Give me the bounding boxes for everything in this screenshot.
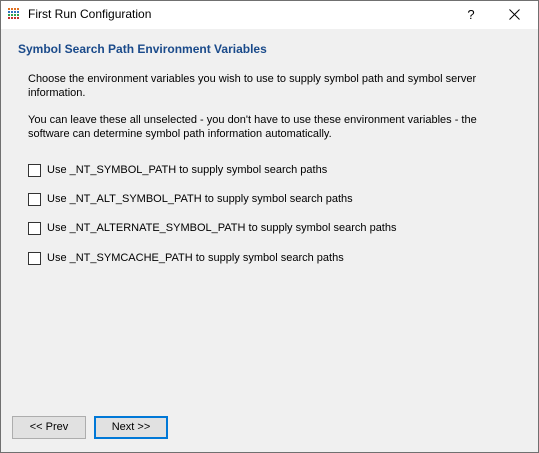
wizard-page: Symbol Search Path Environment Variables… — [1, 30, 538, 452]
checkbox[interactable] — [28, 163, 41, 177]
title-bar[interactable]: First Run Configuration ? — [1, 1, 538, 29]
dialog-window: First Run Configuration ? Symbol Search … — [0, 0, 539, 453]
option-nt-alt-symbol-path[interactable]: Use _NT_ALT_SYMBOL_PATH to supply symbol… — [28, 191, 353, 207]
note-text: You can leave these all unselected - you… — [28, 114, 477, 140]
checkbox[interactable] — [28, 251, 41, 265]
page-heading: Symbol Search Path Environment Variables — [18, 42, 267, 56]
option-nt-alternate-symbol-path[interactable]: Use _NT_ALTERNATE_SYMBOL_PATH to supply … — [28, 220, 396, 236]
checkbox[interactable] — [28, 221, 41, 235]
intro-text: Choose the environment variables you wis… — [28, 73, 477, 99]
option-label: Use _NT_SYMCACHE_PATH to supply symbol s… — [47, 252, 344, 264]
option-label: Use _NT_SYMBOL_PATH to supply symbol sea… — [47, 164, 328, 176]
option-nt-symcache-path[interactable]: Use _NT_SYMCACHE_PATH to supply symbol s… — [28, 250, 344, 266]
checkbox[interactable] — [28, 192, 41, 206]
grid-app-icon — [7, 7, 21, 21]
close-button[interactable] — [491, 1, 537, 29]
next-button[interactable]: Next >> — [94, 416, 168, 439]
option-nt-symbol-path[interactable]: Use _NT_SYMBOL_PATH to supply symbol sea… — [28, 162, 327, 178]
window-title: First Run Configuration — [28, 7, 152, 21]
option-label: Use _NT_ALT_SYMBOL_PATH to supply symbol… — [47, 193, 353, 205]
help-button[interactable]: ? — [453, 1, 489, 29]
close-icon — [509, 9, 520, 20]
option-label: Use _NT_ALTERNATE_SYMBOL_PATH to supply … — [47, 222, 397, 234]
prev-button[interactable]: << Prev — [12, 416, 86, 439]
